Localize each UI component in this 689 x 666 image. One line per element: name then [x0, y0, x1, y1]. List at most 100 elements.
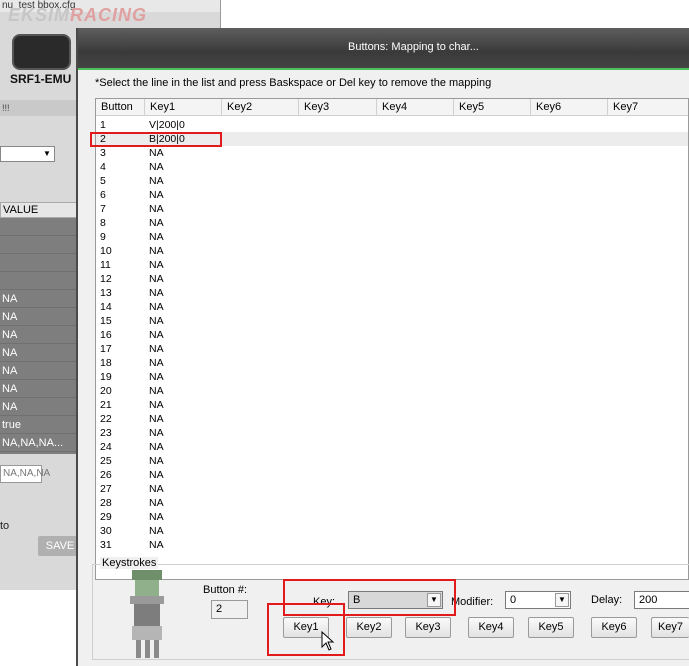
button-number-cell: 8: [100, 217, 106, 229]
value-list-item: NA: [0, 380, 78, 398]
button-number-cell: 7: [100, 203, 106, 215]
key1-cell: V|200|0: [149, 119, 185, 131]
button-number-cell: 24: [100, 441, 112, 453]
table-row[interactable]: 3 NA: [96, 146, 688, 160]
button-number-cell: 5: [100, 175, 106, 187]
table-row[interactable]: 27 NA: [96, 482, 688, 496]
value-list-item: [0, 272, 78, 290]
button-number-cell: 27: [100, 483, 112, 495]
button-number-cell: 21: [100, 399, 112, 411]
mapping-list[interactable]: Button Key1 Key2 Key3 Key4 Key5 Key6 Key…: [95, 98, 689, 580]
column-header-key7[interactable]: Key7: [608, 99, 688, 116]
table-row[interactable]: 4 NA: [96, 160, 688, 174]
value-list-item: true: [0, 416, 78, 434]
device-image: [12, 34, 71, 70]
table-row[interactable]: 18 NA: [96, 356, 688, 370]
button-number-cell: 6: [100, 189, 106, 201]
button-number-cell: 30: [100, 525, 112, 537]
key6-button[interactable]: Key6: [591, 617, 637, 638]
key2-button[interactable]: Key2: [346, 617, 392, 638]
table-row[interactable]: 15 NA: [96, 314, 688, 328]
table-row[interactable]: 7 NA: [96, 202, 688, 216]
button-number-cell: 3: [100, 147, 106, 159]
table-row[interactable]: 25 NA: [96, 454, 688, 468]
table-row[interactable]: 24 NA: [96, 440, 688, 454]
button-number-cell: 11: [100, 259, 111, 271]
key1-cell: NA: [149, 273, 164, 285]
table-row[interactable]: 1 V|200|0: [96, 118, 688, 132]
value-list: NA NA NA NA NA NA NA true NA,NA,NA...: [0, 218, 78, 454]
background-dropdown: ▼: [0, 146, 55, 162]
table-row[interactable]: 5 NA: [96, 174, 688, 188]
key1-cell: NA: [149, 203, 164, 215]
button-number-cell: 31: [100, 539, 112, 551]
table-row[interactable]: 11 NA: [96, 258, 688, 272]
table-row[interactable]: 30 NA: [96, 524, 688, 538]
dialog-title: Buttons: Mapping to char...: [348, 41, 479, 53]
table-row[interactable]: 20 NA: [96, 384, 688, 398]
chevron-down-icon: ▼: [43, 149, 51, 158]
column-header-key5[interactable]: Key5: [454, 99, 531, 116]
value-list-item: NA,NA,NA...: [0, 434, 78, 452]
button-number-cell: 18: [100, 357, 112, 369]
table-row[interactable]: 23 NA: [96, 426, 688, 440]
column-header-key4[interactable]: Key4: [377, 99, 454, 116]
eksim-racing-logo: EKSIMRACING: [8, 5, 148, 25]
table-row[interactable]: 17 NA: [96, 342, 688, 356]
button-number-label: Button #:: [203, 584, 248, 596]
table-row[interactable]: 21 NA: [96, 398, 688, 412]
dialog-accent-border: [78, 68, 689, 70]
value-list-item: [0, 218, 78, 236]
button-number-cell: 4: [100, 161, 106, 173]
column-header-key2[interactable]: Key2: [222, 99, 299, 116]
button-number-cell: 9: [100, 231, 106, 243]
key1-cell: NA: [149, 399, 164, 411]
table-row[interactable]: 28 NA: [96, 496, 688, 510]
key1-cell: NA: [149, 147, 164, 159]
column-header-key6[interactable]: Key6: [531, 99, 608, 116]
key1-cell: NA: [149, 231, 164, 243]
button-number-cell: 10: [100, 245, 112, 257]
table-row[interactable]: 29 NA: [96, 510, 688, 524]
value-list-item: NA: [0, 326, 78, 344]
column-header-button[interactable]: Button: [96, 99, 145, 116]
table-row[interactable]: 8 NA: [96, 216, 688, 230]
key4-button[interactable]: Key4: [468, 617, 514, 638]
button-number-cell: 25: [100, 455, 112, 467]
key3-button[interactable]: Key3: [405, 617, 451, 638]
value-list-item: NA: [0, 344, 78, 362]
column-header-key3[interactable]: Key3: [299, 99, 377, 116]
key7-button[interactable]: Key7: [651, 617, 689, 638]
table-row[interactable]: 12 NA: [96, 272, 688, 286]
modifier-select[interactable]: 0 ▼: [505, 591, 571, 609]
button-number-cell: 29: [100, 511, 112, 523]
modifier-select-value: 0: [510, 594, 517, 606]
table-row[interactable]: 31 NA: [96, 538, 688, 552]
dialog-title-bar[interactable]: Buttons: Mapping to char...: [78, 28, 689, 68]
table-row[interactable]: 10 NA: [96, 244, 688, 258]
table-row[interactable]: 9 NA: [96, 230, 688, 244]
table-row[interactable]: 13 NA: [96, 286, 688, 300]
column-header-key1[interactable]: Key1: [145, 99, 222, 116]
table-row[interactable]: 19 NA: [96, 370, 688, 384]
button-number-cell: 23: [100, 427, 112, 439]
delay-label: Delay:: [591, 594, 623, 606]
key1-cell: NA: [149, 385, 164, 397]
table-row[interactable]: 26 NA: [96, 468, 688, 482]
table-row[interactable]: 14 NA: [96, 300, 688, 314]
button-number-cell: 13: [100, 287, 112, 299]
table-row[interactable]: 22 NA: [96, 412, 688, 426]
value-column-header: VALUE: [0, 202, 78, 218]
device-label: SRF1-EMU: [10, 72, 72, 86]
delay-field-value: 200: [639, 594, 658, 606]
key1-cell: NA: [149, 371, 164, 383]
chevron-down-icon[interactable]: ▼: [555, 593, 569, 607]
key1-cell: NA: [149, 329, 164, 341]
table-row[interactable]: 16 NA: [96, 328, 688, 342]
table-row[interactable]: 6 NA: [96, 188, 688, 202]
key1-cell: NA: [149, 175, 164, 187]
key5-button[interactable]: Key5: [528, 617, 574, 638]
key1-cell: NA: [149, 217, 164, 229]
key1-cell: NA: [149, 427, 164, 439]
delay-field[interactable]: 200: [634, 591, 689, 609]
